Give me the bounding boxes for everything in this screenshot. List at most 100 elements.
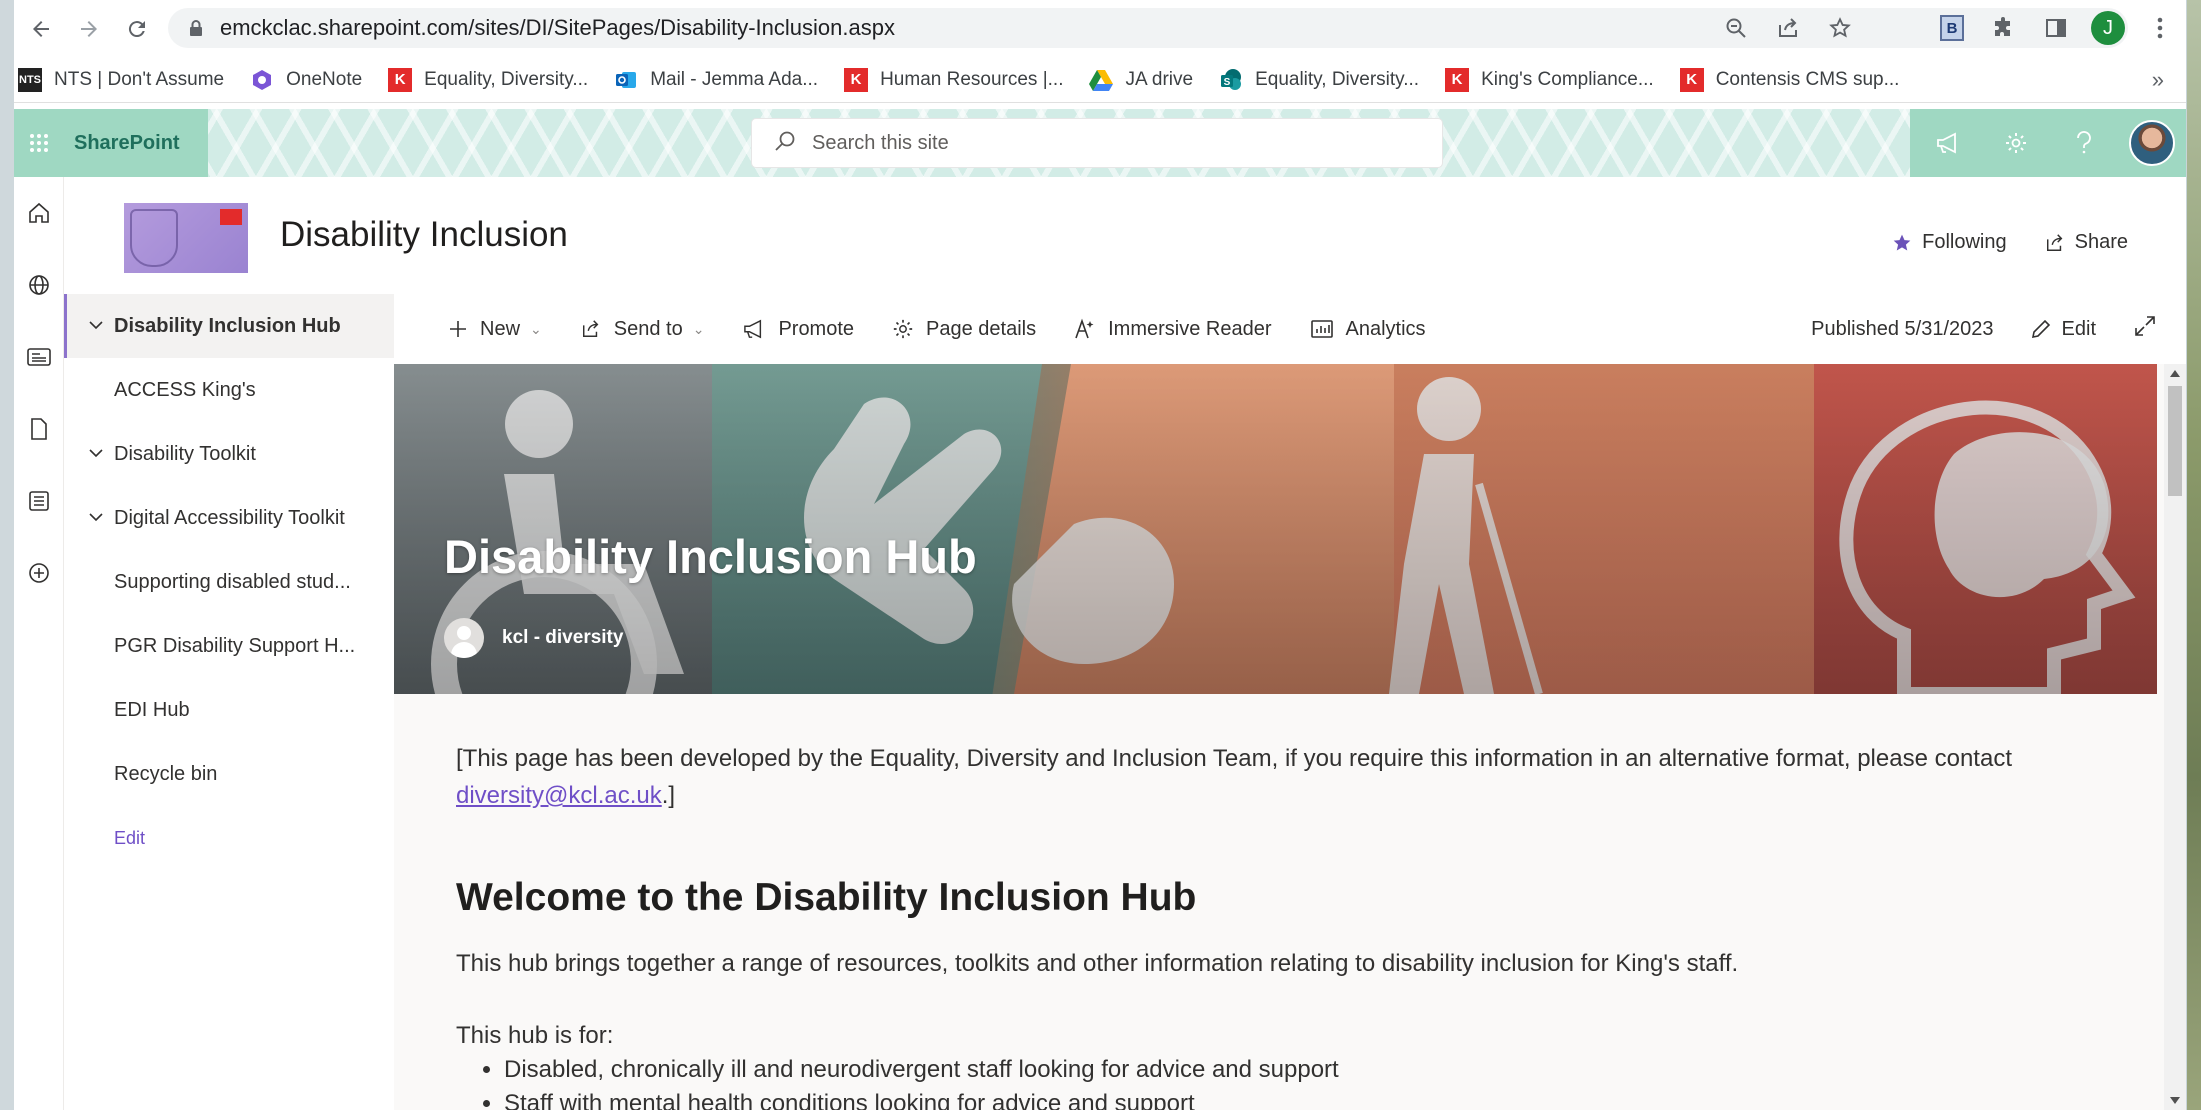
nav-edit-link[interactable]: Edit (64, 806, 394, 870)
page-main: New ⌄ Send to ⌄ Promote Page details Imm… (394, 294, 2186, 1110)
kings-badge-icon (220, 209, 242, 225)
send-share-icon (582, 320, 599, 337)
chevron-down-icon: ⌄ (530, 320, 542, 337)
news-icon[interactable] (14, 321, 64, 393)
nav-item-disability-inclusion-hub[interactable]: Disability Inclusion Hub (64, 294, 394, 358)
side-panel-icon[interactable] (2030, 17, 2082, 39)
chevron-down-icon[interactable] (88, 508, 104, 531)
plus-icon (450, 321, 466, 337)
extension-b-icon[interactable]: B (1926, 15, 1978, 41)
scroll-down-arrow-icon[interactable] (2170, 1097, 2180, 1104)
bookmark-equality-diversity-1[interactable]: K Equality, Diversity... (388, 67, 588, 92)
chevron-down-icon[interactable] (88, 316, 104, 339)
kings-k-icon: K (844, 67, 869, 92)
following-button[interactable]: Following (1892, 231, 2007, 254)
edit-page-button[interactable]: Edit (2030, 318, 2096, 341)
diversity-email-link[interactable]: diversity@kcl.ac.uk (456, 782, 662, 809)
site-left-nav: Disability Inclusion Hub ACCESS King's D… (64, 294, 394, 1110)
hub-audience-intro: This hub is for: (456, 1022, 614, 1049)
bookmark-star-icon[interactable] (1814, 17, 1866, 39)
nav-item-recycle-bin[interactable]: Recycle bin (64, 742, 394, 806)
kings-k-icon: K (1679, 67, 1704, 92)
svg-text:S: S (1224, 77, 1231, 88)
site-header: Disability Inclusion Following Share (64, 177, 2186, 292)
profile-avatar[interactable]: J (2082, 11, 2134, 45)
bookmark-equality-diversity-2[interactable]: S Equality, Diversity... (1219, 68, 1419, 92)
bookmark-contensis[interactable]: K Contensis CMS sup... (1679, 67, 1899, 92)
lock-icon[interactable] (186, 19, 206, 37)
hub-audience-list: Disabled, chronically ill and neurodiver… (504, 1056, 1339, 1110)
gear-icon (893, 319, 913, 339)
chevron-down-icon[interactable] (88, 444, 104, 467)
welcome-heading: Welcome to the Disability Inclusion Hub (456, 876, 1197, 919)
chevron-down-icon: ⌄ (692, 320, 705, 337)
address-bar[interactable]: emckclac.sharepoint.com/sites/DI/SitePag… (168, 8, 2128, 48)
search-placeholder: Search this site (812, 131, 949, 154)
immersive-reader-button[interactable]: Immersive Reader (1074, 318, 1272, 341)
bookmark-kings-compliance[interactable]: K King's Compliance... (1445, 67, 1654, 92)
extensions-puzzle-icon[interactable] (1978, 16, 2030, 40)
send-to-button[interactable]: Send to ⌄ (580, 318, 705, 341)
scroll-thumb[interactable] (2168, 386, 2182, 496)
back-icon[interactable] (20, 8, 62, 50)
bookmarks-overflow-icon[interactable]: » (2152, 67, 2164, 93)
google-drive-icon (1089, 68, 1114, 92)
help-question-icon[interactable] (2050, 109, 2118, 177)
scroll-up-arrow-icon[interactable] (2170, 370, 2180, 377)
share-icon (2046, 233, 2063, 251)
settings-gear-icon[interactable] (1982, 109, 2050, 177)
forward-icon[interactable] (68, 8, 110, 50)
promote-button[interactable]: Promote (742, 318, 854, 341)
hero-banner: Disability Inclusion Hub kcl - diversity (394, 364, 2157, 694)
list-item: Disabled, chronically ill and neurodiver… (504, 1056, 1339, 1090)
nav-item-disability-toolkit[interactable]: Disability Toolkit (64, 422, 394, 486)
nav-item-digital-accessibility-toolkit[interactable]: Digital Accessibility Toolkit (64, 486, 394, 550)
site-title[interactable]: Disability Inclusion (280, 215, 568, 255)
sharepoint-suite-bar: SharePoint Search this site (14, 109, 2186, 177)
create-plus-icon[interactable] (14, 537, 64, 609)
reload-icon[interactable] (116, 8, 158, 50)
desktop-background-right (2187, 0, 2201, 1110)
published-status: Published 5/31/2023 (1811, 317, 1994, 340)
announcement-megaphone-icon[interactable] (1914, 109, 1982, 177)
page-author[interactable]: kcl - diversity (444, 618, 623, 658)
crest-icon (130, 209, 178, 267)
analytics-icon (1310, 320, 1333, 338)
more-vert-icon[interactable] (2134, 17, 2186, 39)
app-launcher-icon[interactable] (14, 133, 64, 153)
home-icon[interactable] (14, 177, 64, 249)
nav-item-supporting-disabled-students[interactable]: Supporting disabled stud... (64, 550, 394, 614)
nav-item-edi-hub[interactable]: EDI Hub (64, 678, 394, 742)
files-icon[interactable] (14, 393, 64, 465)
nav-item-pgr-disability-support[interactable]: PGR Disability Support H... (64, 614, 394, 678)
kings-k-icon: K (1445, 67, 1470, 92)
bookmark-human-resources[interactable]: K Human Resources |... (844, 67, 1063, 92)
share-button[interactable]: Share (2045, 231, 2128, 254)
nav-item-access-kings[interactable]: ACCESS King's (64, 358, 394, 422)
site-logo[interactable] (124, 203, 248, 273)
new-button[interactable]: New ⌄ (448, 318, 542, 341)
bookmark-nts[interactable]: NTS NTS | Don't Assume (18, 67, 224, 92)
site-search-box[interactable]: Search this site (752, 119, 1442, 167)
bookmark-mail[interactable]: Mail - Jemma Ada... (614, 68, 818, 92)
url-text[interactable]: emckclac.sharepoint.com/sites/DI/SitePag… (220, 15, 895, 41)
bookmark-ja-drive[interactable]: JA drive (1089, 68, 1193, 92)
bookmarks-bar: NTS NTS | Don't Assume OneNote K Equalit… (14, 57, 2186, 103)
account-avatar[interactable] (2118, 109, 2186, 177)
analytics-button[interactable]: Analytics (1310, 318, 1426, 341)
list-item: Staff with mental health conditions look… (504, 1090, 1339, 1110)
page-scrollbar[interactable] (2164, 364, 2186, 1110)
hub-description: This hub brings together a range of reso… (456, 950, 1739, 977)
desktop-background-left (0, 0, 14, 1110)
globe-icon[interactable] (14, 249, 64, 321)
share-page-icon[interactable] (1762, 17, 1814, 39)
sharepoint-brand[interactable]: SharePoint (74, 132, 180, 155)
page-title: Disability Inclusion Hub (444, 530, 977, 583)
intro-paragraph: [This page has been developed by the Equ… (456, 745, 2012, 809)
expand-icon[interactable] (2134, 315, 2156, 343)
zoom-icon[interactable] (1710, 17, 1762, 39)
lists-icon[interactable] (14, 465, 64, 537)
bookmark-onenote[interactable]: OneNote (250, 68, 362, 92)
page-details-button[interactable]: Page details (892, 318, 1036, 341)
author-avatar-icon (444, 618, 484, 658)
